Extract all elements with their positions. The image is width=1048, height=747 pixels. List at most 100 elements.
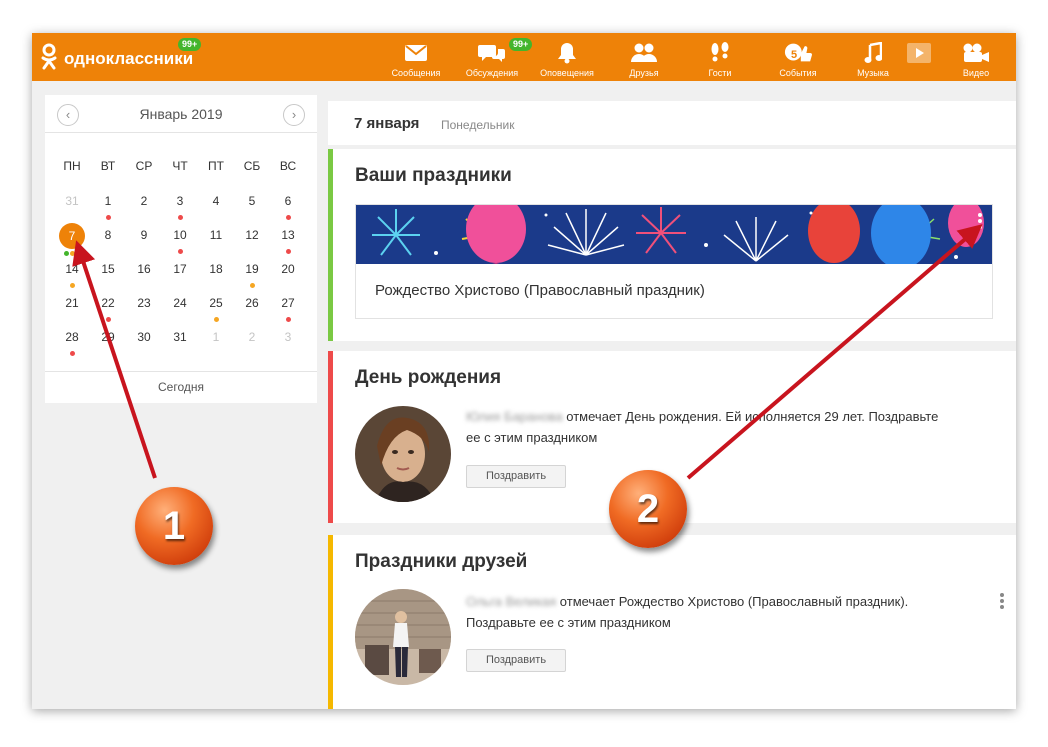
calendar-day[interactable]: 6 xyxy=(270,189,306,220)
calendar-day[interactable]: 27 xyxy=(270,291,306,322)
calendar-day[interactable]: 15 xyxy=(90,257,126,287)
banner-more-options-icon[interactable] xyxy=(976,211,984,231)
friend-avatar[interactable] xyxy=(355,589,451,685)
event-dot xyxy=(285,249,291,254)
calendar-day[interactable]: 25 xyxy=(198,291,234,322)
nav-video[interactable]: Видео xyxy=(950,33,1002,81)
calendar-day[interactable]: 1 xyxy=(90,189,126,220)
calendar-day[interactable]: 4 xyxy=(198,189,234,219)
day-number: 30 xyxy=(137,330,151,344)
calendar-day[interactable]: 1 xyxy=(198,325,234,355)
holiday-banner-image xyxy=(356,205,992,264)
event-dot xyxy=(285,215,291,220)
calendar-day[interactable]: 18 xyxy=(198,257,234,287)
calendar-day[interactable]: 24 xyxy=(162,291,198,321)
event-dots xyxy=(162,248,198,254)
calendar-day[interactable]: 30 xyxy=(126,325,162,355)
calendar-day[interactable]: 31 xyxy=(54,189,90,219)
nav-video-play[interactable] xyxy=(904,33,934,81)
calendar-day[interactable]: 9 xyxy=(126,223,162,253)
nav-label: Гости xyxy=(708,68,732,78)
event-dot xyxy=(249,283,255,288)
day-number: 6 xyxy=(284,194,292,208)
ok-logo-icon xyxy=(41,43,57,70)
birthday-text-line2: ее с этим праздником xyxy=(466,430,598,445)
day-number: 7 xyxy=(59,223,85,249)
birthday-card: День рождения Юлия Баранова отмечает Ден… xyxy=(328,351,1016,523)
music-note-icon xyxy=(864,42,882,63)
calendar-day[interactable]: 2 xyxy=(126,189,162,219)
person-name-link[interactable]: Юлия Баранова xyxy=(466,409,563,424)
weekday-label: СР xyxy=(135,159,153,173)
calendar-day[interactable]: 3 xyxy=(162,189,198,220)
event-dot xyxy=(69,351,75,356)
calendar-day[interactable]: 22 xyxy=(90,291,126,322)
next-month-button[interactable]: › xyxy=(283,104,305,126)
holiday-name: Рождество Христово (Православный праздни… xyxy=(375,282,705,299)
day-number: 1 xyxy=(212,330,220,344)
day-number: 25 xyxy=(209,296,223,310)
today-button[interactable]: Сегодня xyxy=(45,371,317,403)
weekday-label: ВТ xyxy=(100,159,116,173)
calendar-day[interactable]: 10 xyxy=(162,223,198,254)
nav-label: Обсуждения xyxy=(465,68,519,78)
nav-events[interactable]: 5 События xyxy=(768,33,828,81)
day-number: 18 xyxy=(209,262,223,276)
video-play-icon xyxy=(907,43,931,63)
browser-viewport: одноклассники 99+ Сообщения Обсуждения 9… xyxy=(32,33,1016,709)
site-logo[interactable]: одноклассники xyxy=(40,43,193,71)
friend-holiday-text: отмечает Рождество Христово (Православны… xyxy=(556,594,909,609)
nav-friends[interactable]: Друзья xyxy=(614,33,674,81)
event-dot xyxy=(75,251,81,256)
day-number: 23 xyxy=(137,296,151,310)
event-dot xyxy=(105,215,111,220)
holiday-banner[interactable]: Рождество Христово (Православный праздни… xyxy=(355,204,993,319)
nav-notifications[interactable]: Оповещения xyxy=(535,33,599,81)
congratulate-button[interactable]: Поздравить xyxy=(466,465,566,488)
calendar-day[interactable]: 14 xyxy=(54,257,90,288)
calendar-day[interactable]: 26 xyxy=(234,291,270,321)
event-dot xyxy=(63,251,69,256)
calendar-day-selected[interactable]: 7 xyxy=(54,223,90,256)
calendar-day[interactable]: 16 xyxy=(126,257,162,287)
day-number: 2 xyxy=(140,194,148,208)
nav-label: Сообщения xyxy=(391,68,441,78)
calendar-day[interactable]: 11 xyxy=(198,223,234,253)
calendar-day[interactable]: 23 xyxy=(126,291,162,321)
nav-music[interactable]: Музыка xyxy=(847,33,899,81)
calendar-day[interactable]: 31 xyxy=(162,325,198,355)
calendar-day[interactable]: 3 xyxy=(270,325,306,355)
calendar-header: Январь 2019 ‹ › xyxy=(45,95,317,133)
calendar-day[interactable]: 28 xyxy=(54,325,90,356)
calendar-day[interactable]: 21 xyxy=(54,291,90,321)
nav-discussions[interactable]: Обсуждения 99+ xyxy=(459,33,533,81)
nav-messages[interactable]: Сообщения xyxy=(384,33,448,81)
congratulate-button[interactable]: Поздравить xyxy=(466,649,566,672)
calendar-day[interactable]: 13 xyxy=(270,223,306,254)
footprints-icon xyxy=(711,42,729,62)
calendar-day[interactable]: 8 xyxy=(90,223,126,253)
calendar-day[interactable]: 17 xyxy=(162,257,198,287)
event-dot xyxy=(105,317,111,322)
day-number: 31 xyxy=(65,194,79,208)
calendar-day[interactable]: 2 xyxy=(234,325,270,355)
calendar-day[interactable]: 12 xyxy=(234,223,270,253)
nav-label: Оповещения xyxy=(540,68,594,78)
day-number: 3 xyxy=(176,194,184,208)
day-number: 31 xyxy=(173,330,187,344)
calendar-day[interactable]: 20 xyxy=(270,257,306,287)
prev-month-button[interactable]: ‹ xyxy=(57,104,79,126)
birthday-person-avatar[interactable] xyxy=(355,406,451,502)
more-options-icon[interactable] xyxy=(998,591,1006,611)
nav-guests[interactable]: Гости xyxy=(690,33,750,81)
day-number: 26 xyxy=(245,296,259,310)
calendar-day[interactable]: 5 xyxy=(234,189,270,219)
day-number: 9 xyxy=(140,228,148,242)
person-name-link[interactable]: Ольга Великая xyxy=(466,594,556,609)
video-camera-icon xyxy=(963,43,989,62)
events-count: 5 xyxy=(791,49,798,61)
event-dot xyxy=(69,283,75,288)
calendar-day[interactable]: 29 xyxy=(90,325,126,355)
day-number: 4 xyxy=(212,194,220,208)
calendar-day[interactable]: 19 xyxy=(234,257,270,288)
